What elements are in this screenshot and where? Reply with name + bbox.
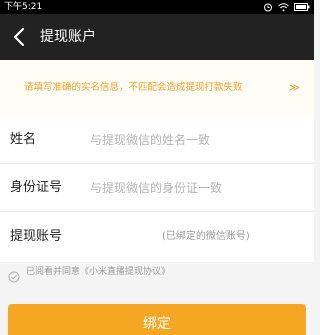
name-input[interactable]: 与提现微信的姓名一致 — [90, 116, 300, 164]
back-button[interactable] — [8, 25, 32, 49]
nav-bar: 提现账户 — [0, 14, 314, 60]
status-icons — [263, 0, 310, 14]
agreement-row: 已阅看并同意《小米直播提现协议》 — [0, 262, 314, 286]
chevron-left-icon — [13, 27, 25, 47]
status-bar: 下午5:21 — [0, 0, 314, 14]
name-label: 姓名 — [10, 132, 37, 147]
id-number-label: 身份证号 — [10, 180, 63, 195]
id-number-row: 身份证号 与提现微信的身份证一致 — [0, 164, 314, 212]
account-hint: (已绑定的微信账号) — [162, 231, 250, 242]
wifi-icon — [278, 2, 289, 11]
id-number-input[interactable]: 与提现微信的身份证一致 — [90, 164, 300, 212]
notice-text: 请填写准确的实名信息，不匹配会造成提现打款失败 — [24, 82, 243, 93]
page-title: 提现账户 — [40, 29, 96, 45]
alarm-icon — [264, 3, 272, 12]
battery-icon — [294, 3, 310, 11]
name-row: 姓名 与提现微信的姓名一致 — [0, 116, 314, 164]
check-circle-icon — [8, 271, 20, 283]
status-time: 下午5:21 — [4, 2, 43, 12]
account-label: 提现账号 — [10, 229, 63, 244]
account-row: 提现账号 (已绑定的微信账号) — [0, 212, 314, 262]
double-chevron-right-icon[interactable]: ≫ — [288, 60, 300, 116]
agreement-text[interactable]: 已阅看并同意《小米直播提现协议》 — [26, 262, 170, 282]
agreement-checkbox[interactable] — [8, 268, 20, 283]
notice-banner: 请填写准确的实名信息，不匹配会造成提现打款失败 ≫ — [0, 60, 314, 116]
bind-button[interactable]: 绑定 — [8, 304, 306, 335]
